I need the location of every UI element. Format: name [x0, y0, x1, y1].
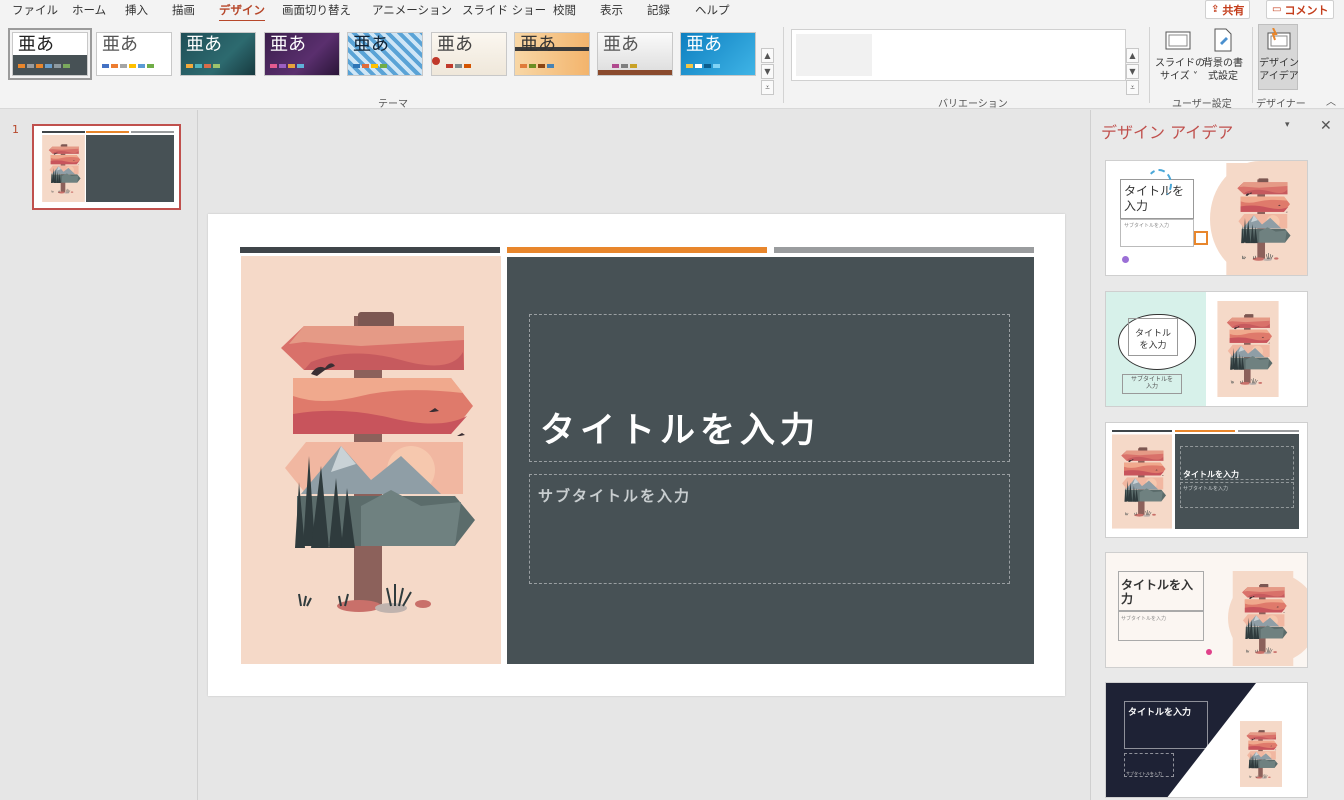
separator: [783, 27, 784, 103]
idea-title: タイトルを入力: [1128, 708, 1192, 718]
theme-gray[interactable]: 亜あ: [597, 32, 673, 76]
idea-subtitle: サブタイトルを 入力: [1130, 376, 1173, 390]
share-icon: ⇪: [1211, 4, 1220, 15]
design-idea-1[interactable]: タイトルを 入力 サブタイトルを入力: [1105, 160, 1308, 276]
idea-subtitle: サブタイトルを入力: [1126, 771, 1162, 776]
variants-group-label: バリエーション: [938, 99, 1008, 110]
tab-view[interactable]: 表示: [600, 2, 623, 18]
slide-size-button[interactable]: スライドの サイズ ˅: [1155, 27, 1205, 91]
theme-teal[interactable]: 亜あ: [180, 32, 256, 76]
theme-purple[interactable]: 亜あ: [264, 32, 340, 76]
signpost-illustration[interactable]: [241, 256, 501, 664]
ribbon: 亜あ 亜あ 亜あ 亜あ 亜あ 亜あ 亜あ 亜あ 亜あ ▲ ▼ ⩡ テーマ ▲ ▼…: [0, 21, 1344, 110]
slide-number: 1: [12, 123, 19, 136]
variant-scroll-up-button[interactable]: ▲: [1126, 48, 1139, 63]
theme-pattern-blue[interactable]: 亜あ: [347, 32, 423, 76]
tab-help[interactable]: ヘルプ: [695, 2, 730, 18]
theme-simple[interactable]: 亜あ: [96, 32, 172, 76]
share-label: 共有: [1222, 3, 1245, 17]
top-bar-orange: [507, 247, 767, 253]
slide-size-label: スライドの サイズ ˅: [1155, 58, 1205, 82]
variant-more-button[interactable]: ⩡: [1126, 80, 1139, 95]
designer-group-label: デザイナー: [1256, 99, 1306, 110]
comment-icon: ▭: [1272, 4, 1282, 15]
theme-paper[interactable]: 亜あ: [431, 32, 507, 76]
idea-title: タイトルを入力: [1183, 470, 1239, 479]
idea-subtitle: サブタイトルを入力: [1183, 486, 1229, 492]
theme-office[interactable]: 亜あ: [8, 28, 92, 80]
tab-slideshow[interactable]: スライド ショー: [462, 2, 546, 18]
top-bar-gray: [774, 247, 1034, 253]
theme-sky[interactable]: 亜あ: [680, 32, 756, 76]
idea-illustration: [1112, 434, 1172, 529]
tab-file[interactable]: ファイル: [12, 2, 58, 18]
idea-illustration: [1240, 721, 1282, 787]
slide-size-icon: [1165, 31, 1191, 50]
theme-warm[interactable]: 亜あ: [514, 32, 590, 76]
tab-draw[interactable]: 描画: [172, 2, 195, 18]
customize-group-label: ユーザー設定: [1172, 99, 1232, 110]
design-idea-3[interactable]: タイトルを入力 サブタイトルを入力: [1105, 422, 1308, 538]
top-bar-dark: [240, 247, 500, 253]
comment-label: コメント: [1284, 3, 1329, 17]
collapse-ribbon-icon[interactable]: ︿: [1326, 93, 1336, 108]
pane-options-icon[interactable]: ▾: [1285, 120, 1290, 130]
tab-animations[interactable]: アニメーション: [372, 2, 452, 18]
design-ideas-icon: [1267, 28, 1291, 50]
idea-title: タイトルを入 力: [1121, 578, 1194, 606]
slide-canvas[interactable]: タイトルを入力 サブタイトルを入力: [208, 214, 1065, 696]
theme-scroll-up-button[interactable]: ▲: [761, 48, 774, 63]
idea-title: タイトル を入力: [1134, 329, 1171, 351]
comment-button[interactable]: ▭ コメント: [1266, 0, 1335, 19]
theme-more-button[interactable]: ⩡: [761, 80, 774, 95]
format-background-icon: [1214, 28, 1232, 52]
design-idea-5[interactable]: タイトルを入力 サブタイトルを入力: [1105, 682, 1308, 798]
idea-illustration: [1232, 571, 1294, 666]
title-placeholder[interactable]: タイトルを入力: [529, 314, 1010, 462]
design-ideas-title: デザイン アイデア: [1101, 123, 1234, 142]
slide-thumbnail-pane: 1: [0, 110, 198, 800]
format-background-label: 背景の書 式設定: [1203, 58, 1243, 82]
slide-thumbnail[interactable]: [32, 124, 181, 210]
format-background-button[interactable]: 背景の書 式設定: [1201, 27, 1245, 91]
idea-illustration: [1217, 301, 1279, 397]
tab-home[interactable]: ホーム: [72, 2, 106, 18]
share-button[interactable]: ⇪ 共有: [1205, 0, 1251, 19]
design-idea-4[interactable]: タイトルを入 力 サブタイトルを入力: [1105, 552, 1308, 668]
variant-scroll-down-button[interactable]: ▼: [1126, 64, 1139, 79]
subtitle-text: サブタイトルを入力: [538, 487, 692, 505]
tab-review[interactable]: 校閲: [553, 2, 576, 18]
idea-subtitle: サブタイトルを入力: [1121, 616, 1167, 622]
idea-illustration: [1225, 163, 1299, 275]
variants-gallery[interactable]: [791, 29, 1126, 81]
design-idea-2[interactable]: タイトル を入力 サブタイトルを 入力: [1105, 291, 1308, 407]
subtitle-placeholder[interactable]: サブタイトルを入力: [529, 474, 1010, 584]
title-panel: タイトルを入力 サブタイトルを入力: [507, 257, 1034, 664]
tab-record[interactable]: 記録: [647, 2, 670, 18]
ribbon-tab-bar: ファイル ホーム 挿入 描画 デザイン 画面切り替え アニメーション スライド …: [0, 0, 1344, 22]
separator: [1252, 27, 1253, 103]
tab-transitions[interactable]: 画面切り替え: [282, 2, 351, 18]
themes-group-label: テーマ: [378, 99, 408, 110]
tab-design[interactable]: デザイン: [219, 2, 265, 22]
title-text: タイトルを入力: [540, 411, 821, 451]
design-ideas-button[interactable]: デザイン アイデア: [1258, 24, 1299, 90]
close-icon[interactable]: ✕: [1320, 118, 1332, 134]
theme-scroll-down-button[interactable]: ▼: [761, 64, 774, 79]
design-ideas-label: デザイン アイデア: [1259, 58, 1299, 82]
thumbnail-illustration: [42, 135, 85, 202]
design-ideas-pane: デザイン アイデア ▾ ✕ タイトルを 入力 サブタイトルを入力 タイトル を入…: [1090, 110, 1344, 800]
separator: [1149, 27, 1150, 103]
tab-insert[interactable]: 挿入: [125, 2, 148, 18]
